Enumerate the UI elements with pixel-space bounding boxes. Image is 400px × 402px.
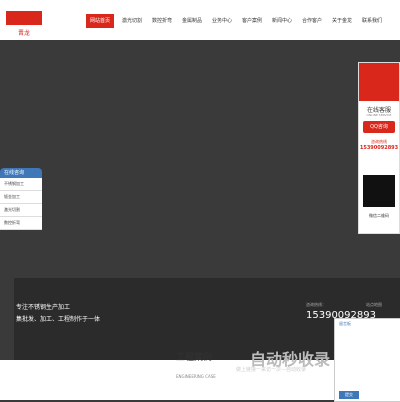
nav-item-4[interactable]: 业务中心 xyxy=(212,14,232,28)
service-banner xyxy=(359,63,399,101)
submit-button[interactable]: 提交 xyxy=(339,391,359,399)
qr-label: 微信二维码 xyxy=(369,213,389,218)
watermark-subtitle: 做上链接一来访一次—自动收录 xyxy=(236,367,307,373)
service-subtitle: ONLINE SERVICE xyxy=(366,113,392,117)
sidebar-item-1[interactable]: 钣金加工 xyxy=(0,191,42,204)
message-board-title: 留言板 xyxy=(339,321,351,326)
footer-tagline-2: 集批发、加工、工程制作于一体 xyxy=(16,316,101,323)
section-subtitle: ENGINEERING CASE xyxy=(176,374,216,379)
message-board: 留言板 提交 xyxy=(334,318,400,402)
nav-item-6[interactable]: 新闻中心 xyxy=(272,14,292,28)
nav-item-8[interactable]: 关于金龙 xyxy=(332,14,352,28)
nav-item-3[interactable]: 金属制品 xyxy=(182,14,202,28)
section-title: 工程案例 xyxy=(176,353,213,363)
nav-item-9[interactable]: 联系我们 xyxy=(362,14,382,28)
footer-tagline-1: 专注不锈钢生产加工 xyxy=(16,304,71,311)
sidebar-title[interactable]: 在线咨询 xyxy=(0,168,42,178)
nav-item-0[interactable]: 网站首页 xyxy=(86,14,115,28)
main-nav: 网站首页 激光切割 数控折弯 金属制品 业务中心 客户案例 新闻中心 合作客户 … xyxy=(86,14,400,28)
nav-item-1[interactable]: 激光切割 xyxy=(122,14,142,28)
share-icon[interactable] xyxy=(0,278,14,360)
sidebar-item-0[interactable]: 不锈钢加工 xyxy=(0,178,42,191)
sitemap-link[interactable]: 站点地图 xyxy=(366,302,382,308)
nav-item-5[interactable]: 客户案例 xyxy=(242,14,262,28)
sidebar-item-2[interactable]: 激光切割 xyxy=(0,204,42,217)
online-service-panel: 在线客服 ONLINE SERVICE QQ咨询 咨询热线 1539009289… xyxy=(358,62,400,234)
online-consult-sidebar: 在线咨询 不锈钢加工 钣金加工 激光切割 数控折弯 xyxy=(0,168,42,230)
qq-consult-button[interactable]: QQ咨询 xyxy=(363,121,395,133)
nav-item-2[interactable]: 数控折弯 xyxy=(152,14,172,28)
wechat-qr-code xyxy=(363,175,395,207)
sidebar-item-3[interactable]: 数控折弯 xyxy=(0,217,42,230)
logo-label: 晋龙 xyxy=(18,29,30,37)
footer-phone-label: 咨询热线： xyxy=(306,302,326,307)
nav-item-7[interactable]: 合作客户 xyxy=(302,14,322,28)
header: 晋龙 网站首页 激光切割 数控折弯 金属制品 业务中心 客户案例 新闻中心 合作… xyxy=(0,0,400,40)
logo-icon[interactable]: 晋龙 xyxy=(4,3,44,39)
hotline-number: 15390092893 xyxy=(359,145,399,151)
